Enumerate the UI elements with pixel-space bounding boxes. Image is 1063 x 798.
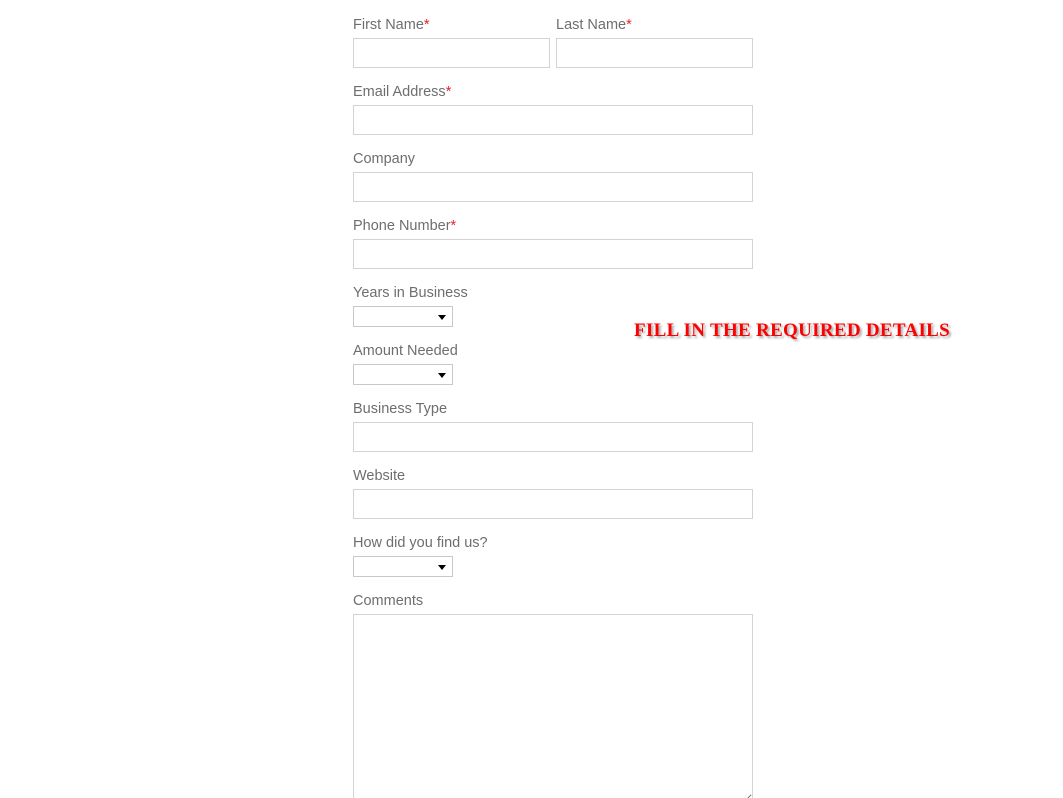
- amount-needed-group: Amount Needed: [353, 327, 755, 385]
- years-in-business-group: Years in Business: [353, 269, 755, 327]
- business-type-label-text: Business Type: [353, 401, 448, 417]
- amount-needed-label-text: Amount Needed: [353, 343, 458, 359]
- business-type-input[interactable]: [353, 422, 753, 452]
- last-name-label-text: Last Name: [556, 17, 627, 33]
- business-type-group: Business Type: [353, 385, 755, 452]
- company-input[interactable]: [353, 172, 753, 202]
- phone-number-label-text: Phone Number: [353, 218, 451, 234]
- comments-label: Comments: [353, 577, 755, 614]
- company-group: Company: [353, 135, 755, 202]
- amount-needed-label: Amount Needed: [353, 327, 755, 364]
- amount-needed-select-wrap: [353, 364, 453, 385]
- how-did-you-find-us-group: How did you find us?: [353, 519, 755, 577]
- website-label-text: Website: [353, 468, 406, 484]
- comments-textarea[interactable]: [353, 614, 753, 798]
- company-label-text: Company: [353, 151, 416, 167]
- comments-group: Comments: [353, 577, 755, 798]
- years-in-business-select[interactable]: [353, 306, 453, 327]
- first-name-input[interactable]: [353, 38, 550, 68]
- last-name-input[interactable]: [556, 38, 753, 68]
- email-address-group: Email Address*: [353, 68, 755, 135]
- comments-label-text: Comments: [353, 593, 424, 609]
- email-address-label-text: Email Address: [353, 84, 446, 100]
- how-did-you-find-us-select[interactable]: [353, 556, 453, 577]
- last-name-required-marker: *: [626, 17, 632, 33]
- lead-capture-form: First Name* Last Name* Email Address* Co…: [353, 0, 755, 798]
- website-label: Website: [353, 452, 755, 489]
- website-group: Website: [353, 452, 755, 519]
- first-name-label: First Name*: [353, 0, 552, 38]
- first-name-label-text: First Name: [353, 17, 424, 33]
- email-address-input[interactable]: [353, 105, 753, 135]
- first-name-group: First Name*: [353, 0, 552, 68]
- phone-number-label: Phone Number*: [353, 202, 755, 239]
- email-address-required-marker: *: [445, 84, 452, 100]
- phone-number-required-marker: *: [450, 218, 457, 234]
- page-root: First Name* Last Name* Email Address* Co…: [0, 0, 1063, 798]
- phone-number-input[interactable]: [353, 239, 753, 269]
- how-did-you-find-us-label: How did you find us?: [353, 519, 755, 556]
- company-label: Company: [353, 135, 755, 172]
- last-name-group: Last Name*: [556, 0, 755, 68]
- last-name-label: Last Name*: [556, 0, 755, 38]
- years-in-business-label: Years in Business: [353, 269, 755, 306]
- name-row: First Name* Last Name*: [353, 0, 755, 68]
- years-in-business-select-wrap: [353, 306, 453, 327]
- years-in-business-label-text: Years in Business: [353, 285, 468, 301]
- email-address-label: Email Address*: [353, 68, 755, 105]
- how-did-you-find-us-select-wrap: [353, 556, 453, 577]
- phone-number-group: Phone Number*: [353, 202, 755, 269]
- website-input[interactable]: [353, 489, 753, 519]
- amount-needed-select[interactable]: [353, 364, 453, 385]
- business-type-label: Business Type: [353, 385, 755, 422]
- how-did-you-find-us-label-text: How did you find us?: [353, 535, 488, 551]
- first-name-required-marker: *: [423, 17, 430, 33]
